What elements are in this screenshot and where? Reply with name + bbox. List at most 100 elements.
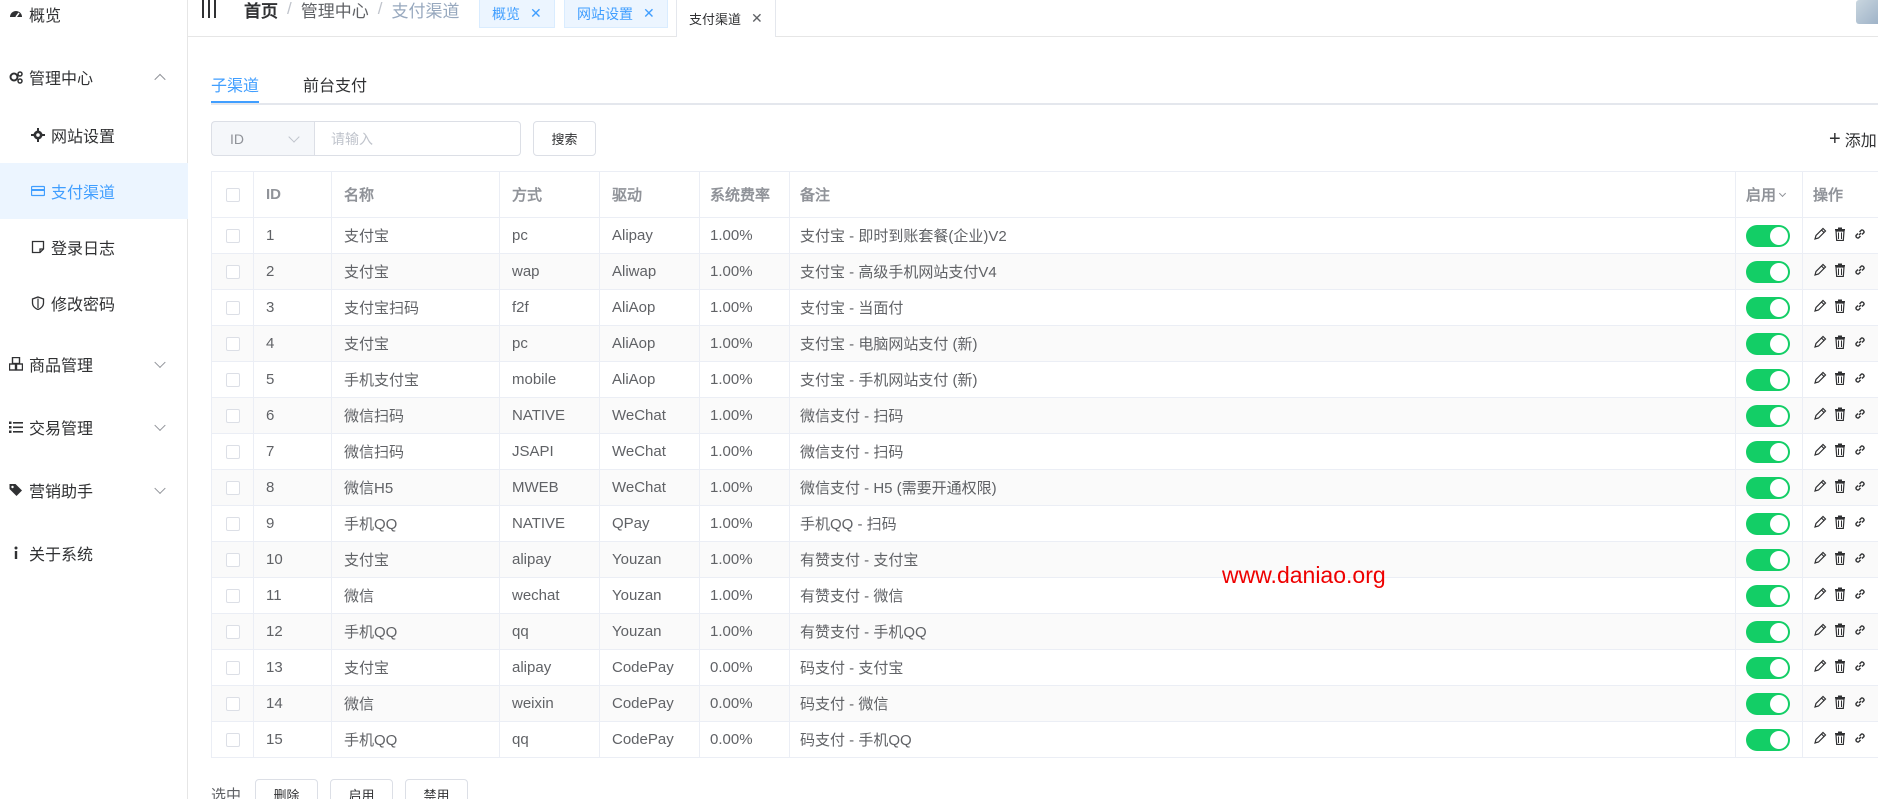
breadcrumb-admin-center[interactable]: 管理中心 [301,0,369,22]
enabled-toggle[interactable] [1746,584,1790,607]
trash-icon[interactable] [1833,443,1847,461]
checkbox[interactable] [225,336,240,351]
row-select[interactable] [212,218,254,253]
checkbox[interactable] [225,696,240,711]
link-icon[interactable] [1853,443,1867,461]
checkbox[interactable] [225,552,240,567]
close-icon[interactable]: ✕ [751,10,763,27]
checkbox[interactable] [225,372,240,387]
header-select-all[interactable] [212,172,254,217]
sidebar-item-site-settings[interactable]: 网站设置 [0,107,188,163]
sidebar-item-marketing-assistant[interactable]: 营销助手 [0,462,188,518]
trash-icon[interactable] [1833,335,1847,353]
close-icon[interactable]: ✕ [530,5,542,22]
edit-icon[interactable] [1813,263,1827,281]
tab-overview[interactable]: 概览 ✕ [479,0,555,28]
menu-toggle-icon[interactable] [202,0,220,18]
trash-icon[interactable] [1833,299,1847,317]
sidebar-item-change-password[interactable]: 修改密码 [0,275,188,331]
edit-icon[interactable] [1813,695,1827,713]
row-select[interactable] [212,326,254,361]
edit-icon[interactable] [1813,479,1827,497]
enabled-toggle[interactable] [1746,476,1790,499]
add-button[interactable]: + 添加 [1829,127,1877,151]
search-button[interactable]: 搜索 [533,121,596,156]
enabled-toggle[interactable] [1746,548,1790,571]
link-icon[interactable] [1853,551,1867,569]
row-select[interactable] [212,398,254,433]
enabled-toggle[interactable] [1746,260,1790,283]
edit-icon[interactable] [1813,407,1827,425]
bulk-delete-button[interactable]: 删除 [255,779,319,799]
row-select[interactable] [212,290,254,325]
row-select[interactable] [212,722,254,757]
row-select[interactable] [212,578,254,613]
checkbox[interactable] [225,588,240,603]
trash-icon[interactable] [1833,479,1847,497]
link-icon[interactable] [1853,299,1867,317]
checkbox[interactable] [225,660,240,675]
edit-icon[interactable] [1813,443,1827,461]
checkbox[interactable] [225,516,240,531]
trash-icon[interactable] [1833,263,1847,281]
checkbox[interactable] [225,264,240,279]
sidebar-item-admin-center[interactable]: 管理中心 [0,49,188,105]
checkbox[interactable] [225,187,240,202]
trash-icon[interactable] [1833,587,1847,605]
breadcrumb-home[interactable]: 首页 [244,0,278,22]
edit-icon[interactable] [1813,659,1827,677]
link-icon[interactable] [1853,407,1867,425]
edit-icon[interactable] [1813,335,1827,353]
trash-icon[interactable] [1833,659,1847,677]
edit-icon[interactable] [1813,731,1827,749]
enabled-toggle[interactable] [1746,620,1790,643]
enabled-toggle[interactable] [1746,224,1790,247]
enabled-toggle[interactable] [1746,404,1790,427]
enabled-toggle[interactable] [1746,440,1790,463]
edit-icon[interactable] [1813,551,1827,569]
enabled-toggle[interactable] [1746,728,1790,751]
checkbox[interactable] [225,732,240,747]
trash-icon[interactable] [1833,227,1847,245]
link-icon[interactable] [1853,731,1867,749]
trash-icon[interactable] [1833,515,1847,533]
sidebar-item-overview[interactable]: 概览 [0,0,188,42]
trash-icon[interactable] [1833,551,1847,569]
link-icon[interactable] [1853,515,1867,533]
row-select[interactable] [212,686,254,721]
link-icon[interactable] [1853,263,1867,281]
bulk-disable-button[interactable]: 禁用 [405,779,469,799]
checkbox[interactable] [225,480,240,495]
trash-icon[interactable] [1833,407,1847,425]
search-field-select[interactable]: ID [211,121,314,156]
row-select[interactable] [212,650,254,685]
link-icon[interactable] [1853,227,1867,245]
trash-icon[interactable] [1833,695,1847,713]
link-icon[interactable] [1853,371,1867,389]
row-select[interactable] [212,506,254,541]
row-select[interactable] [212,470,254,505]
close-icon[interactable]: ✕ [643,5,655,22]
checkbox[interactable] [225,444,240,459]
link-icon[interactable] [1853,623,1867,641]
sidebar-item-product-management[interactable]: 商品管理 [0,336,188,392]
row-select[interactable] [212,614,254,649]
sidebar-item-transaction-management[interactable]: 交易管理 [0,399,188,455]
tab-frontend-payment[interactable]: 前台支付 [303,72,367,103]
sidebar-item-payment-channel[interactable]: 支付渠道 [0,163,188,219]
link-icon[interactable] [1853,479,1867,497]
trash-icon[interactable] [1833,623,1847,641]
row-select[interactable] [212,254,254,289]
tab-sub-channel[interactable]: 子渠道 [211,72,260,103]
checkbox[interactable] [225,300,240,315]
sidebar-item-about-system[interactable]: 关于系统 [0,525,188,581]
checkbox[interactable] [225,228,240,243]
link-icon[interactable] [1853,335,1867,353]
checkbox[interactable] [225,624,240,639]
edit-icon[interactable] [1813,371,1827,389]
edit-icon[interactable] [1813,587,1827,605]
enabled-toggle[interactable] [1746,692,1790,715]
edit-icon[interactable] [1813,623,1827,641]
edit-icon[interactable] [1813,299,1827,317]
row-select[interactable] [212,542,254,577]
